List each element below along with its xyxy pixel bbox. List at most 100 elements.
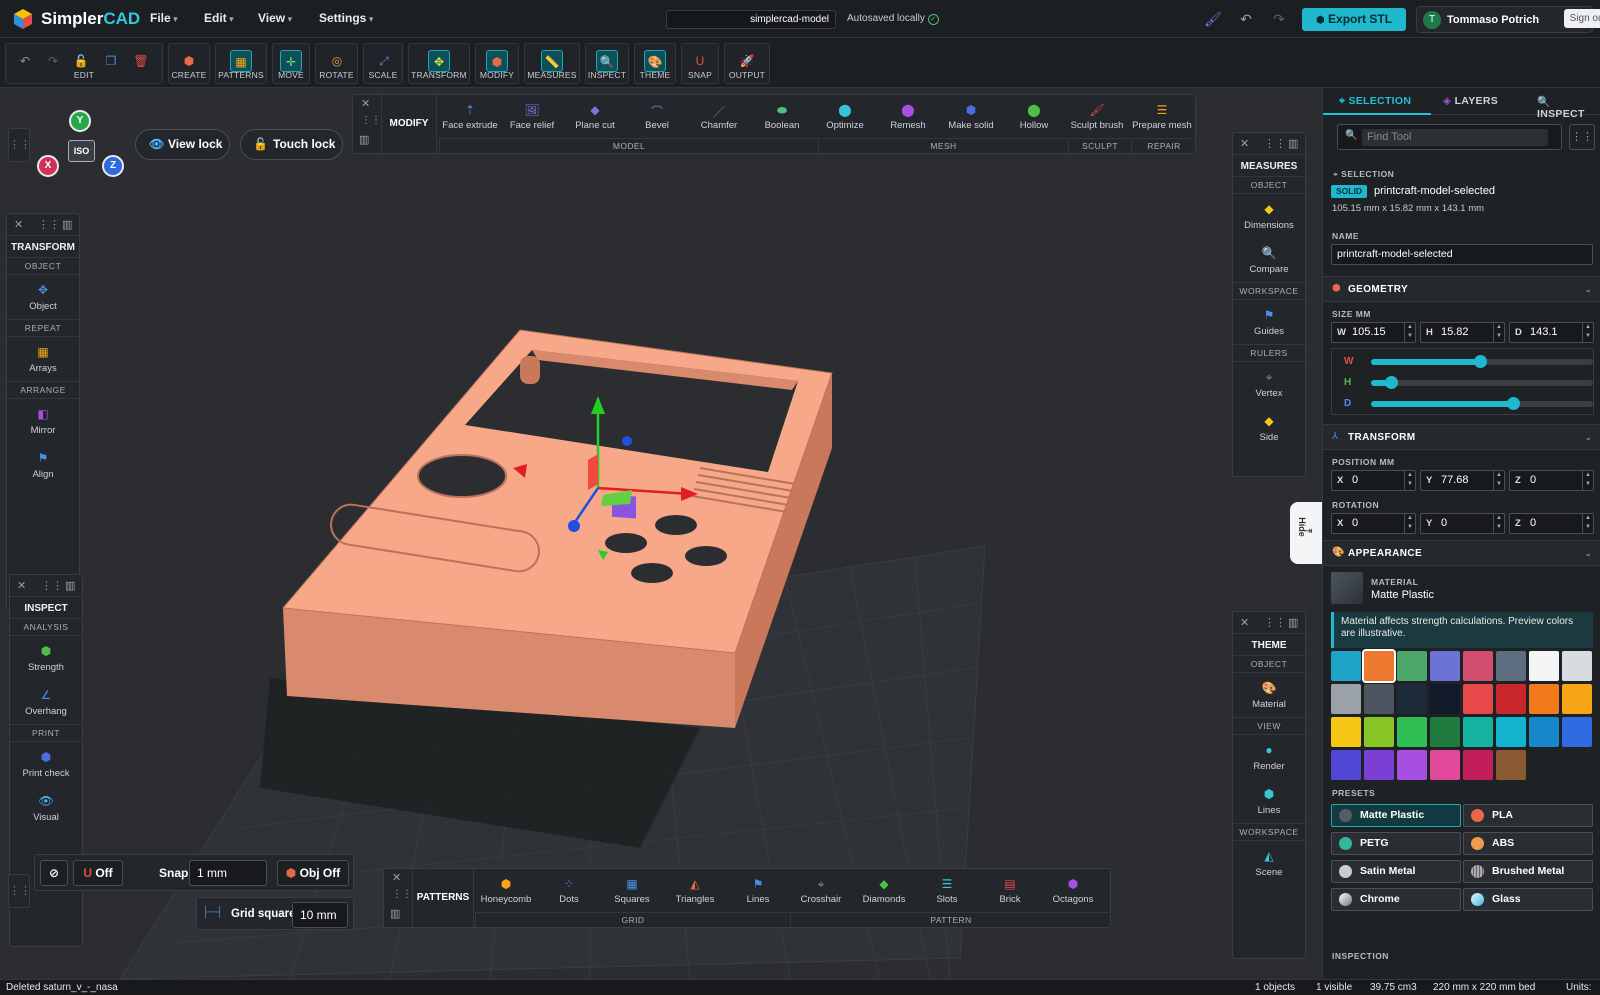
menu-file[interactable]: File — [150, 11, 178, 25]
chamfer-button[interactable]: ／ Chamfer — [688, 103, 750, 131]
appearance-section-header[interactable]: 🎨 APPEARANCE ⌄ — [1323, 540, 1600, 566]
geometry-section-header[interactable]: ⬢ GEOMETRY ⌄ — [1323, 276, 1600, 302]
drag-handle-icon[interactable]: ⋮⋮ — [8, 128, 31, 162]
color-swatch[interactable] — [1529, 651, 1559, 681]
squares-button[interactable]: ▦ Squares — [601, 877, 663, 905]
ribbon-group-rotate[interactable]: ◎ ROTATE — [315, 43, 358, 84]
rotation-y-field[interactable]: Y 0 ▲ ▼ — [1420, 513, 1505, 534]
close-icon[interactable]: ✕ — [392, 871, 401, 884]
tab-selection[interactable]: ⌖ SELECTION — [1339, 95, 1411, 108]
face-extrude-button[interactable]: ⇡ Face extrude — [439, 103, 501, 131]
ribbon-group-patterns[interactable]: ▦ PATTERNS — [215, 43, 267, 84]
object-tool[interactable]: ✥ Object — [7, 275, 79, 319]
color-swatch[interactable] — [1529, 684, 1559, 714]
stepper-icon[interactable]: ▲ ▼ — [1404, 514, 1415, 533]
color-swatch[interactable] — [1362, 649, 1396, 683]
print-check-tool[interactable]: ⬢ Print check — [10, 742, 82, 786]
app-logo[interactable]: SimplerCAD — [12, 8, 140, 30]
brick-button[interactable]: ▤ Brick — [979, 877, 1041, 905]
triangles-button[interactable]: ◭ Triangles — [664, 877, 726, 905]
slots-button[interactable]: ☰ Slots — [916, 877, 978, 905]
layout-icon[interactable]: ▥ — [1288, 616, 1298, 629]
preset-glass[interactable]: Glass — [1463, 888, 1593, 911]
sculpt-brush-button[interactable]: 🖌 Sculpt brush — [1066, 103, 1128, 131]
side-tool[interactable]: ◆ Side — [1233, 406, 1305, 450]
tab-layers[interactable]: ◈ LAYERS — [1443, 95, 1498, 107]
drag-handle-icon[interactable]: ⋮⋮ — [41, 579, 63, 592]
tab-inspect[interactable]: 🔍 INSPECT — [1537, 95, 1600, 120]
color-swatch[interactable] — [1430, 684, 1460, 714]
vertex-tool[interactable]: ⌖ Vertex — [1233, 362, 1305, 406]
undo-icon[interactable]: ↶ — [14, 50, 36, 72]
snap-grid-input[interactable]: 1 mm — [189, 860, 267, 886]
remesh-button[interactable]: ⬤ Remesh — [877, 103, 939, 131]
find-tool-box[interactable]: 🔍 Find Tool — [1337, 124, 1562, 150]
stepper-icon[interactable]: ▲ ▼ — [1582, 323, 1593, 342]
preset-pla[interactable]: PLA — [1463, 804, 1593, 827]
ribbon-group-create[interactable]: ⬢ CREATE — [168, 43, 210, 84]
layout-icon[interactable]: ▥ — [390, 907, 400, 920]
color-swatch[interactable] — [1463, 717, 1493, 747]
hide-grid-button[interactable]: ⊘ — [40, 860, 68, 886]
scene-canvas[interactable] — [0, 88, 1322, 979]
find-tool-input[interactable]: Find Tool — [1362, 129, 1548, 146]
close-icon[interactable]: ✕ — [17, 579, 26, 592]
object-snap-button[interactable]: ⬢ Obj Off — [277, 860, 349, 886]
color-swatch[interactable] — [1397, 684, 1427, 714]
stepper-icon[interactable]: ▲ ▼ — [1493, 323, 1504, 342]
layout-icon[interactable]: ▥ — [1288, 137, 1298, 150]
stepper-icon[interactable]: ▲ ▼ — [1404, 323, 1415, 342]
export-stl-button[interactable]: ⬢ Export STL — [1302, 8, 1406, 31]
brush-icon[interactable]: 🖌 — [1204, 10, 1222, 28]
color-swatch[interactable] — [1529, 717, 1559, 747]
grid-square-input[interactable]: 10 mm — [292, 902, 348, 928]
color-swatch[interactable] — [1364, 750, 1394, 780]
drag-handle-icon[interactable]: ⋮⋮ — [1569, 124, 1595, 150]
color-swatch[interactable] — [1364, 684, 1394, 714]
material-tool[interactable]: 🎨 Material — [1233, 673, 1305, 717]
close-icon[interactable]: ✕ — [1240, 616, 1249, 629]
stepper-icon[interactable]: ▲ ▼ — [1582, 514, 1593, 533]
menu-edit[interactable]: Edit — [204, 11, 234, 25]
position-x-field[interactable]: X 0 ▲ ▼ — [1331, 470, 1416, 491]
touch-lock-button[interactable]: 🔓 Touch lock — [240, 129, 343, 160]
hide-sidebar-tab[interactable]: Hide ⇥ — [1290, 502, 1322, 564]
color-swatch[interactable] — [1397, 717, 1427, 747]
view-axis-y[interactable]: Y — [69, 110, 91, 132]
preset-abs[interactable]: ABS — [1463, 832, 1593, 855]
model-name-input[interactable]: simplercad-model — [666, 10, 836, 29]
color-swatch[interactable] — [1430, 750, 1460, 780]
gizmo-rotate-handle[interactable] — [622, 436, 632, 446]
guides-tool[interactable]: ⚑ Guides — [1233, 300, 1305, 344]
rotation-x-field[interactable]: X 0 ▲ ▼ — [1331, 513, 1416, 534]
iso-view-button[interactable]: ISO — [68, 140, 95, 162]
layout-icon[interactable]: ▥ — [359, 133, 369, 146]
undo-icon[interactable]: ↶ — [1237, 10, 1255, 28]
stepper-icon[interactable]: ▲ ▼ — [1493, 471, 1504, 490]
diamonds-button[interactable]: ◆ Diamonds — [853, 877, 915, 905]
drag-handle-icon[interactable]: ⋮⋮ — [361, 115, 381, 126]
strength-tool[interactable]: ⬢ Strength — [10, 636, 82, 680]
align-tool[interactable]: ⚑ Align — [7, 443, 79, 487]
color-swatch[interactable] — [1331, 750, 1361, 780]
ribbon-group-move[interactable]: ✛ MOVE — [272, 43, 310, 84]
color-swatch[interactable] — [1496, 717, 1526, 747]
color-swatch[interactable] — [1331, 684, 1361, 714]
drag-handle-icon[interactable]: ⋮⋮ — [1264, 616, 1286, 629]
ribbon-group-inspect[interactable]: 🔍 INSPECT — [585, 43, 629, 84]
ribbon-group-transform[interactable]: ✥ TRANSFORM — [408, 43, 470, 84]
rotation-z-field[interactable]: Z 0 ▲ ▼ — [1509, 513, 1594, 534]
name-input[interactable]: printcraft-model-selected — [1331, 244, 1593, 265]
drag-handle-icon[interactable]: ⋮⋮ — [1264, 137, 1286, 150]
dots-button[interactable]: ⁘ Dots — [538, 877, 600, 905]
color-swatch[interactable] — [1430, 717, 1460, 747]
hollow-button[interactable]: ⬤ Hollow — [1003, 103, 1065, 131]
stepper-icon[interactable]: ▲ ▼ — [1582, 471, 1593, 490]
overhang-tool[interactable]: ∠ Overhang — [10, 680, 82, 724]
3d-viewport[interactable]: ⋮⋮ Y X Z ISO 👁 View lock 🔓 Touch lock ✕ ⋮⋮… — [0, 88, 1322, 979]
close-icon[interactable]: ✕ — [1240, 137, 1249, 150]
prepare-mesh-button[interactable]: ☰ Prepare mesh — [1131, 103, 1193, 131]
honeycomb-button[interactable]: ⬢ Honeycomb — [475, 877, 537, 905]
view-axis-x[interactable]: X — [37, 155, 59, 177]
color-swatch[interactable] — [1331, 651, 1361, 681]
